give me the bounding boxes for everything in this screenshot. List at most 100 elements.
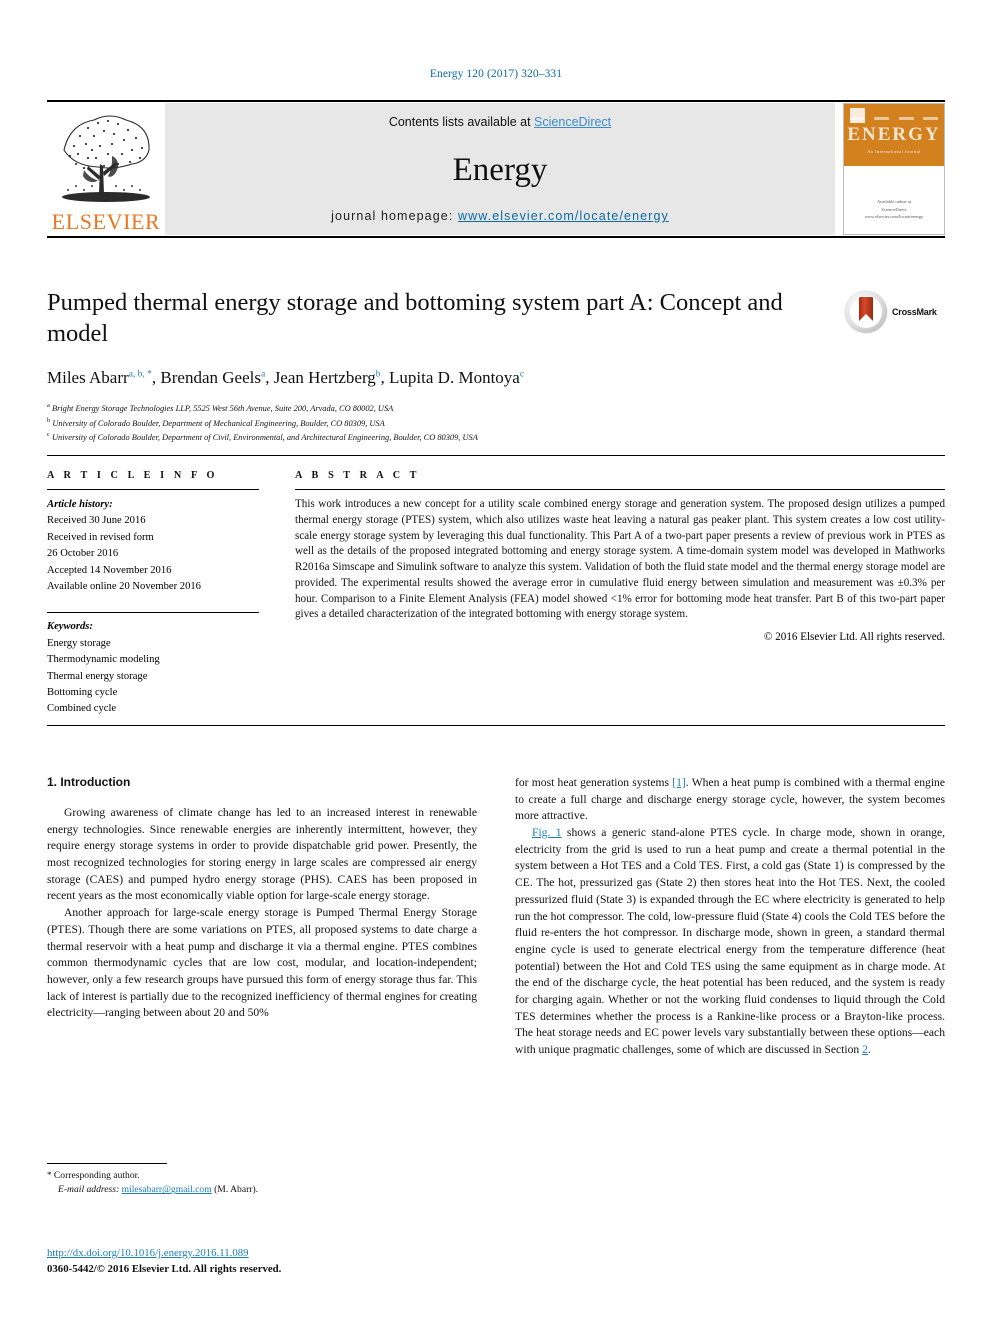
keyword-item: Thermal energy storage [47, 670, 148, 682]
keyword-item: Bottoming cycle [47, 687, 118, 699]
doi-link[interactable]: http://dx.doi.org/10.1016/j.energy.2016.… [47, 1245, 547, 1261]
contents-prefix: Contents lists available at [388, 115, 535, 129]
keywords-rule [47, 612, 259, 614]
abstract-copyright: © 2016 Elsevier Ltd. All rights reserved… [764, 631, 945, 643]
elsevier-tree-icon [54, 110, 158, 210]
contents-available-line: Contents lists available at ScienceDirec… [389, 115, 611, 129]
crossmark-notch [859, 314, 873, 321]
body-column-left: 1. Introduction Growing awareness of cli… [47, 775, 477, 1059]
author-list: Miles Abarra, b, *, Brendan Geelsa, Jean… [47, 368, 525, 388]
issn-copyright-line: 0360-5442/© 2016 Elsevier Ltd. All right… [47, 1263, 282, 1276]
info-abstract-row: A R T I C L E I N F O Article history: R… [47, 470, 945, 718]
affiliation-text: University of Colorado Boulder, Departme… [51, 432, 478, 442]
affiliation-item: a Bright Energy Storage Technologies LLP… [47, 401, 817, 415]
masthead-bottom-rule [47, 236, 945, 238]
footnote-corresponding-line: * Corresponding author. [47, 1169, 477, 1183]
article-history-item: Received 30 June 2016 [47, 515, 146, 527]
cover-footer: Available online at ScienceDirect www.el… [844, 198, 944, 220]
article-info-rule [47, 489, 259, 490]
author-marks: c [519, 369, 525, 380]
elsevier-wordmark: ELSEVIER [51, 209, 161, 234]
paragraph-text: . [867, 1043, 871, 1056]
abstract-text: This work introduces a new concept for a… [295, 498, 945, 621]
abstract-heading: A B S T R A C T [295, 470, 421, 481]
author-name: Lupita D. Montoya [389, 368, 520, 388]
cover-footer-line-1: Available online at [877, 199, 911, 205]
masthead-top-rule [47, 100, 945, 102]
body-columns: 1. Introduction Growing awareness of cli… [47, 775, 945, 1059]
paper-page: Energy 120 (2017) 320–331 ELSEVIER Conte… [0, 0, 992, 1323]
article-history-item: Received in revised form [47, 531, 154, 543]
abstract-column: A B S T R A C T This work introduces a n… [295, 470, 945, 718]
author-email-link[interactable]: milesabarr@gmail.com [122, 1184, 212, 1195]
homepage-prefix: journal homepage: [331, 209, 458, 223]
body-paragraph: Fig. 1 shows a generic stand-alone PTES … [515, 825, 945, 1059]
crossmark-label: CrossMark [892, 307, 937, 317]
keyword-item: Energy storage [47, 637, 111, 649]
affiliation-item: c University of Colorado Boulder, Depart… [47, 430, 817, 444]
paragraph-text: for most heat generation systems [515, 776, 673, 789]
cover-subtitle: An International Journal [867, 149, 921, 154]
abstract-rule [295, 489, 945, 490]
article-history-label: Article history: [47, 499, 113, 510]
affiliation-list: a Bright Energy Storage Technologies LLP… [47, 401, 817, 444]
affiliation-mark: b [47, 416, 51, 424]
sciencedirect-link[interactable]: ScienceDirect [534, 115, 611, 129]
article-info-column: A R T I C L E I N F O Article history: R… [47, 470, 259, 718]
figure-ref-1[interactable]: Fig. 1 [532, 826, 562, 839]
journal-homepage-link[interactable]: www.elsevier.com/locate/energy [458, 209, 669, 223]
journal-title: Energy [452, 151, 548, 188]
keyword-item: Thermodynamic modeling [47, 654, 160, 666]
journal-masthead: ELSEVIER Contents lists available at Sci… [47, 100, 945, 238]
cover-elsevier-badge-icon [850, 108, 865, 123]
section-heading-introduction: 1. Introduction [47, 775, 131, 789]
journal-band: Contents lists available at ScienceDirec… [165, 103, 835, 235]
journal-homepage-line: journal homepage: www.elsevier.com/locat… [331, 209, 669, 223]
article-history-item: 26 October 2016 [47, 548, 119, 560]
journal-cover-thumbnail: ENERGY An International Journal Availabl… [843, 103, 945, 235]
cover-title: ENERGY [847, 124, 941, 145]
cover-header-rules [850, 117, 938, 120]
footnote-corresponding-text: Corresponding author. [51, 1170, 140, 1181]
body-column-right: for most heat generation systems [1]. Wh… [515, 775, 945, 1059]
article-title: Pumped thermal energy storage and bottom… [47, 289, 783, 347]
article-history-item: Available online 20 November 2016 [47, 581, 201, 593]
footnote-email-suffix: (M. Abarr). [211, 1184, 259, 1196]
body-paragraph: Another approach for large-scale energy … [47, 906, 477, 1020]
cover-footer-line-2: ScienceDirect [881, 206, 907, 212]
author-marks: a, b, * [128, 369, 152, 380]
author-name: Brendan Geels [160, 368, 261, 388]
affiliation-item: b University of Colorado Boulder, Depart… [47, 416, 817, 430]
elsevier-logo: ELSEVIER [47, 103, 165, 235]
keyword-item: Combined cycle [47, 703, 117, 715]
article-history-item: Accepted 14 November 2016 [47, 564, 172, 576]
citation-ref-1[interactable]: [1] [672, 776, 686, 789]
title-block: Pumped thermal energy storage and bottom… [47, 288, 817, 445]
author-marks: b [375, 369, 381, 380]
footnote-rule [47, 1163, 167, 1164]
crossmark-badge[interactable]: CrossMark [845, 288, 945, 336]
affiliation-text: University of Colorado Boulder, Departme… [52, 418, 385, 428]
cover-top-panel: ENERGY An International Journal [844, 104, 944, 166]
info-section-top-rule [47, 455, 945, 456]
author-name: Miles Abarr [47, 368, 129, 388]
corresponding-author-footnote: * Corresponding author. E-mail address: … [47, 1163, 477, 1198]
author-name: Jean Hertzberg [273, 368, 376, 388]
footnote-email-label: E-mail address: [58, 1184, 120, 1196]
paragraph-text: shows a generic stand-alone PTES cycle. … [515, 826, 945, 1056]
affiliation-text: Bright Energy Storage Technologies LLP, … [51, 404, 394, 414]
doi-footer: http://dx.doi.org/10.1016/j.energy.2016.… [47, 1245, 547, 1277]
body-paragraph: Growing awareness of climate change has … [47, 806, 477, 903]
author-marks: a [260, 369, 266, 380]
info-section-bottom-rule [47, 725, 945, 726]
running-head: Energy 120 (2017) 320–331 [429, 68, 563, 80]
cover-footer-line-3: www.elsevier.com/locate/energy [864, 213, 924, 219]
affiliation-mark: c [47, 431, 50, 439]
footnote-email-line: E-mail address: milesabarr@gmail.com (M.… [47, 1183, 477, 1197]
body-paragraph: for most heat generation systems [1]. Wh… [515, 775, 945, 825]
crossmark-icon [845, 291, 887, 333]
article-info-heading: A R T I C L E I N F O [47, 470, 219, 481]
keywords-label: Keywords: [47, 621, 93, 633]
affiliation-mark: a [47, 402, 50, 410]
